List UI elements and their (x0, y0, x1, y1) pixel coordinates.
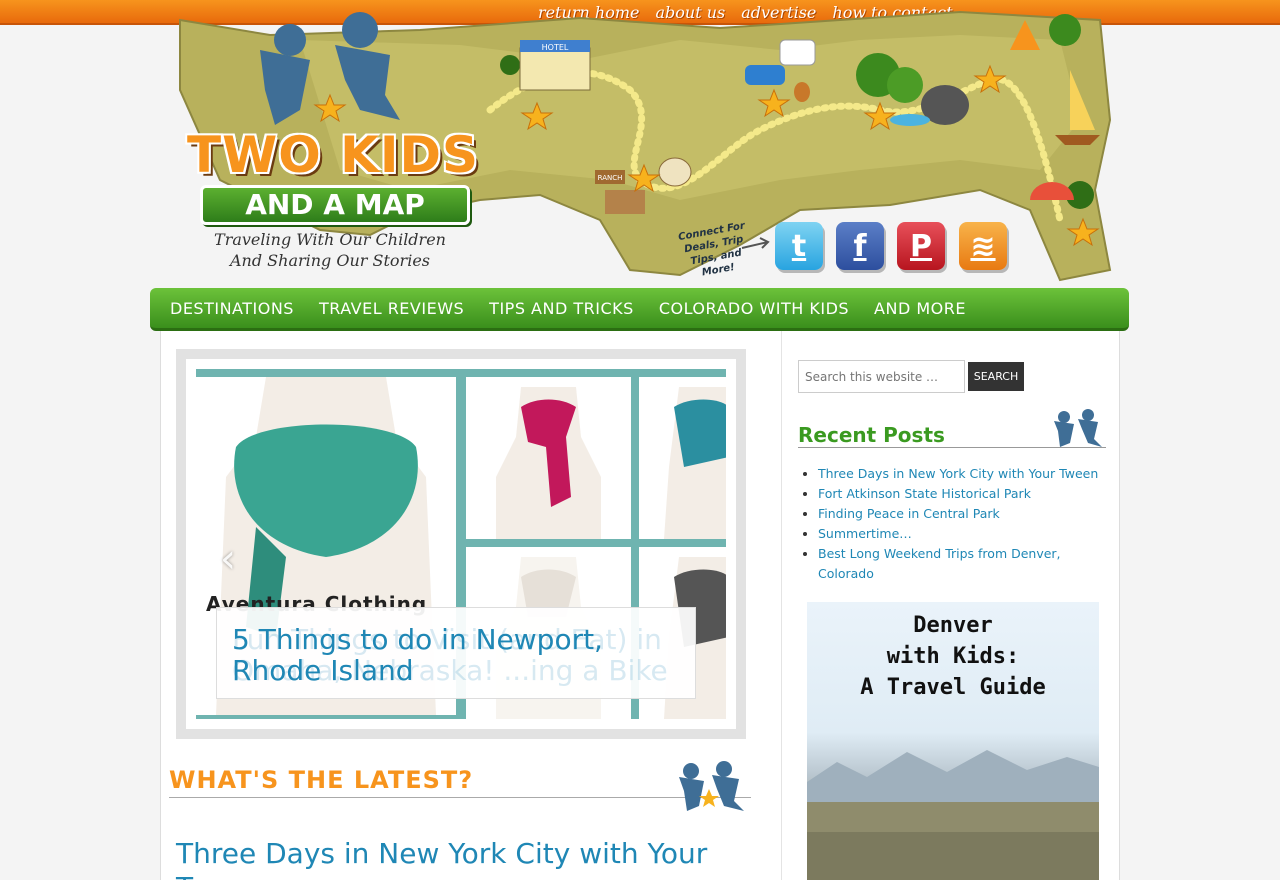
nav-tips-and-tricks[interactable]: TIPS AND TRICKS (489, 299, 634, 318)
scarf-photo-pink (466, 377, 631, 539)
ad-line: with Kids: (886, 644, 1020, 669)
list-item: Finding Peace in Central Park (818, 504, 1108, 524)
site-tagline: Traveling With Our Children And Sharing … (214, 230, 446, 270)
recent-post-link[interactable]: Summertime… (818, 526, 912, 541)
recent-posts-heading: Recent Posts (798, 409, 1106, 448)
list-item: Fort Atkinson State Historical Park (818, 484, 1108, 504)
list-item: Summertime… (818, 524, 1108, 544)
ad-text: Denver with Kids: A Travel Guide (807, 610, 1099, 703)
latest-post-title[interactable]: Three Days in New York City with Your T.… (176, 837, 736, 880)
lake-icon (890, 114, 930, 126)
slide-caption[interactable]: Fun Things to Visit (and Eat) in Omaha, … (216, 607, 696, 699)
recent-post-link[interactable]: Best Long Weekend Trips from Denver, Col… (818, 546, 1061, 581)
car-icon (745, 65, 785, 85)
list-item: Three Days in New York City with Your Tw… (818, 464, 1108, 484)
recent-post-link[interactable]: Fort Atkinson State Historical Park (818, 486, 1031, 501)
ad-landscape-image (807, 750, 1099, 880)
facebook-glyph: f (853, 228, 867, 264)
ad-line: A Travel Guide (860, 675, 1046, 700)
latest-section-heading: WHAT'S THE LATEST? (169, 761, 751, 811)
content-panel: Aventura Clothing ‹ Fun Things to Visit … (160, 331, 1120, 880)
wagon-icon (658, 157, 692, 187)
twitter-glyph: t (791, 228, 807, 264)
list-item: Best Long Weekend Trips from Denver, Col… (818, 544, 1108, 584)
tree-icon (500, 55, 520, 75)
ad-line: Denver (913, 613, 993, 638)
nav-destinations[interactable]: DESTINATIONS (170, 299, 294, 318)
denver-guide-ad[interactable]: Denver with Kids: A Travel Guide (807, 602, 1099, 880)
main-nav: DESTINATIONS TRAVEL REVIEWS TIPS AND TRI… (150, 288, 1129, 331)
search-button[interactable]: SEARCH (968, 362, 1024, 391)
featured-slider: Aventura Clothing ‹ Fun Things to Visit … (176, 349, 746, 739)
ranch-sign-label: RANCH (598, 174, 623, 182)
rss-glyph: ≋ (970, 228, 996, 264)
facebook-icon[interactable]: f (836, 222, 884, 270)
pinterest-glyph: P (910, 228, 932, 264)
nav-colorado-with-kids[interactable]: COLORADO WITH KIDS (659, 299, 849, 318)
tree-icon (1049, 14, 1081, 46)
slider-next-arrow-icon[interactable]: › (724, 539, 726, 579)
slider-prev-arrow-icon[interactable]: ‹ (216, 539, 240, 579)
recent-post-link[interactable]: Finding Peace in Central Park (818, 506, 1000, 521)
hotel-icon (519, 47, 591, 91)
recent-posts-heading-text: Recent Posts (798, 423, 945, 447)
latest-heading-text: WHAT'S THE LATEST? (169, 766, 474, 794)
logo-title[interactable]: TWO KIDS (172, 125, 494, 185)
site-header: HOTEL RANCH TWO KIDS AND A MAP Traveling… (160, 0, 1120, 286)
recent-posts-list: Three Days in New York City with Your Tw… (818, 464, 1108, 584)
recent-post-link[interactable]: Three Days in New York City with Your Tw… (818, 466, 1098, 481)
logo-subtitle[interactable]: AND A MAP (200, 185, 470, 225)
search-input[interactable] (798, 360, 965, 393)
twitter-icon[interactable]: t (775, 222, 823, 270)
nav-and-more[interactable]: AND MORE (874, 299, 966, 318)
slider-inner: Aventura Clothing ‹ Fun Things to Visit … (186, 359, 736, 729)
rss-icon[interactable]: ≋ (959, 222, 1007, 270)
column-divider (781, 331, 782, 880)
kids-silhouette-small-icon (679, 761, 744, 811)
tree-icon (887, 67, 923, 103)
nav-travel-reviews[interactable]: TRAVEL REVIEWS (319, 299, 464, 318)
slide-caption-title[interactable]: 5 Things to do in Newport, Rhode Island (232, 624, 687, 686)
kids-silhouette-small-icon (1054, 409, 1102, 447)
scarf-photo-blue (639, 377, 726, 539)
hotel-label: HOTEL (542, 43, 569, 52)
guitar-icon (794, 82, 810, 102)
pinterest-icon[interactable]: P (897, 222, 945, 270)
